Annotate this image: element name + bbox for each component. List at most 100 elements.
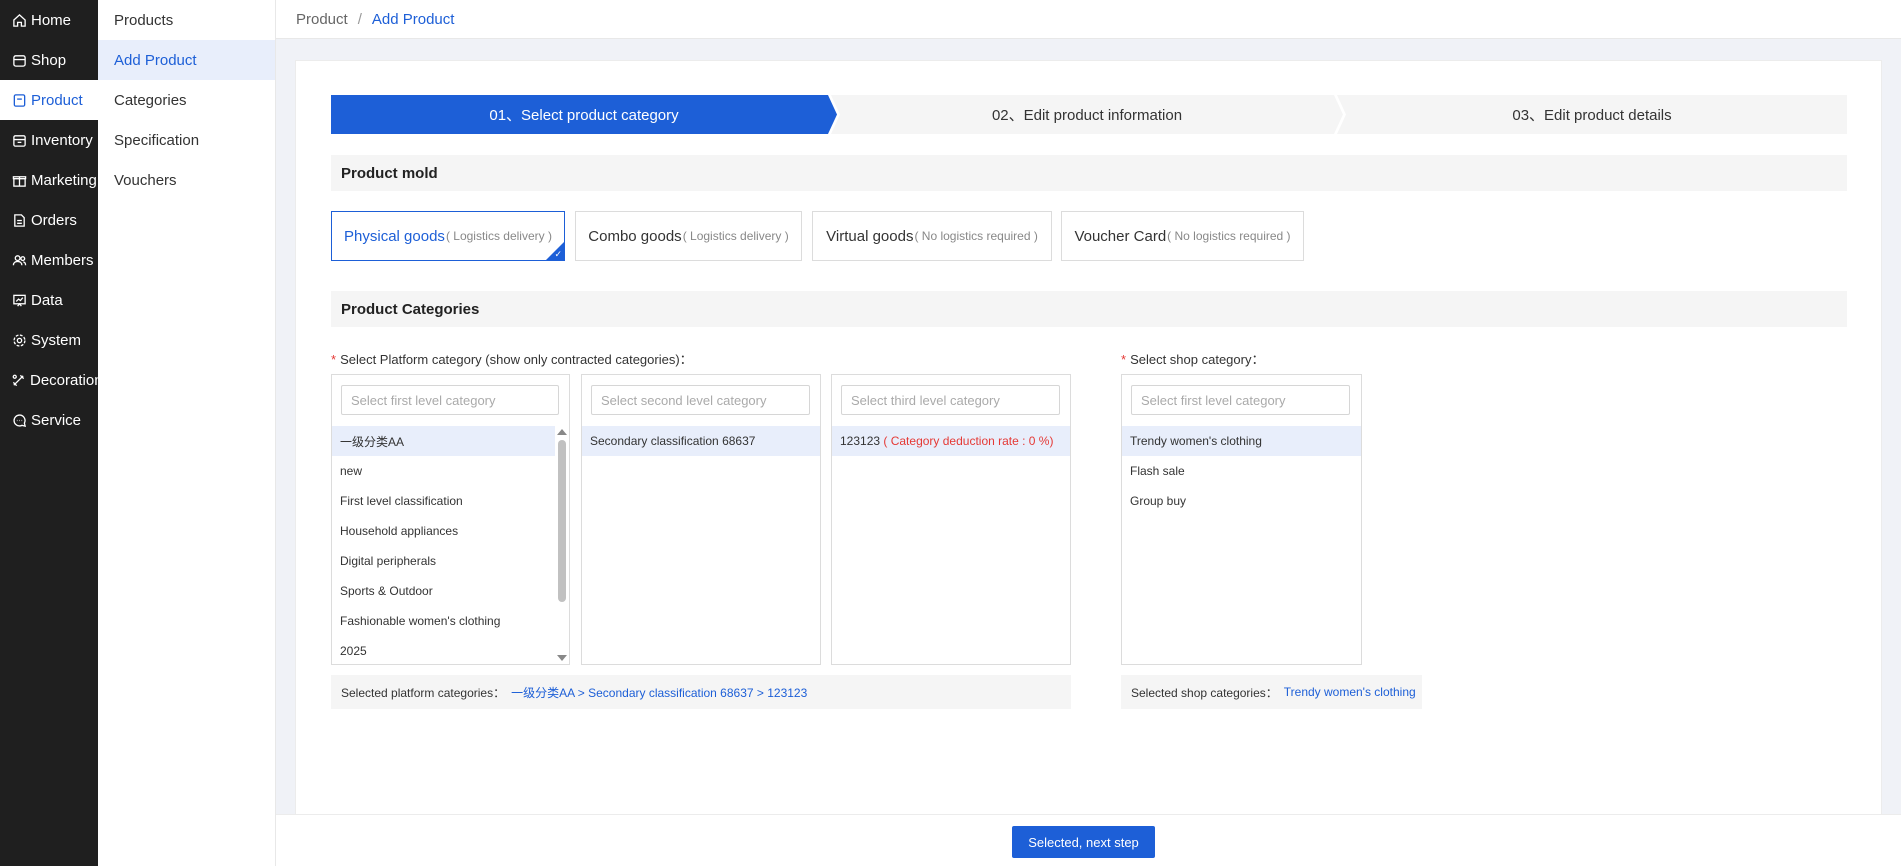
nav-item-marketing[interactable]: Marketing [0,160,98,200]
shop-category-list: Trendy women's clothing Flash sale Group… [1122,426,1361,516]
nav-label: Inventory [31,131,93,149]
second-level-list: Secondary classification 68637 [582,426,820,456]
chat-icon [11,412,27,428]
nav-item-service[interactable]: Service [0,400,98,440]
nav-label: System [31,331,82,349]
step-1: 01、Select product category [331,95,837,134]
inventory-icon [11,132,27,148]
list-item[interactable]: Secondary classification 68637 [582,426,820,456]
platform-category-label: * Select Platform category (show only con… [331,349,693,368]
selected-platform-path: 一级分类AA > Secondary classification 68637 … [511,685,808,700]
nav-item-decoration[interactable]: Decoration [0,360,103,400]
members-icon [11,252,27,268]
nav-label: Home [31,11,72,29]
mold-sublabel: ( No logistics required ) [1167,229,1291,243]
gear-icon [11,332,27,348]
nav-label: Product [31,91,83,109]
product-categories-heading: Product Categories [331,291,1847,327]
third-level-search-input[interactable] [841,385,1060,415]
list-item[interactable]: Fashionable women's clothing [332,606,555,636]
list-item[interactable]: Digital peripherals [332,546,555,576]
category-name: 123123 [840,434,881,448]
subnav-item-add-product[interactable]: Add Product [98,40,275,80]
mold-label: Voucher Card [1074,227,1167,245]
step-indicator: 01、Select product category 02、Edit produ… [331,95,1847,134]
selected-platform-label: Selected platform categories： [341,685,506,700]
nav-label: Data [31,291,63,309]
breadcrumb: Product / Add Product [276,0,1901,39]
shop-category-search-input[interactable] [1131,385,1350,415]
subnav-item-vouchers[interactable]: Vouchers [98,160,275,200]
required-marker: * [1121,352,1127,367]
nav-item-orders[interactable]: Orders [0,200,98,240]
shop-category-label-text: Select shop category： [1130,352,1265,367]
step-3: 03、Edit product details [1337,95,1847,134]
scrollbar-thumb[interactable] [558,440,566,602]
breadcrumb-separator: / [357,10,362,28]
nav-item-home[interactable]: Home [0,0,98,40]
secondary-sidebar: Products Add Product Categories Specific… [98,0,276,866]
first-level-search-input[interactable] [341,385,559,415]
gift-icon [11,172,27,188]
mold-sublabel: ( Logistics delivery ) [445,229,552,243]
step-2: 02、Edit product information [831,95,1343,134]
second-level-search-input[interactable] [591,385,810,415]
list-item[interactable]: First level classification [332,486,555,516]
first-level-category-box: 一级分类AA new First level classification Ho… [331,374,570,665]
selected-shop-categories: Selected shop categories： Trendy women's… [1121,675,1422,709]
next-step-button[interactable]: Selected, next step [1012,826,1155,858]
mold-option-combo-goods[interactable]: Combo goods( Logistics delivery ) [575,211,802,261]
platform-category-label-text: Select Platform category (show only cont… [340,352,693,367]
shop-icon [11,52,27,68]
subnav-item-categories[interactable]: Categories [98,80,275,120]
list-item[interactable]: 一级分类AA [332,426,555,456]
shop-category-label: * Select shop category： [1121,349,1264,368]
mold-option-voucher-card[interactable]: Voucher Card( No logistics required ) [1061,211,1304,261]
list-item[interactable]: 123123 ( Category deduction rate : 0 %) [832,426,1070,456]
step-label: 01、Select product category [489,107,679,124]
third-level-category-box: 123123 ( Category deduction rate : 0 %) [831,374,1071,665]
subnav-item-specification[interactable]: Specification [98,120,275,160]
nav-item-data[interactable]: Data [0,280,98,320]
selected-platform-categories: Selected platform categories： 一级分类AA > S… [331,675,1071,709]
nav-label: Shop [31,51,67,69]
mold-option-virtual-goods[interactable]: Virtual goods( No logistics required ) [812,211,1052,261]
step-label: 03、Edit product details [1512,107,1672,124]
nav-item-members[interactable]: Members [0,240,98,280]
breadcrumb-current: Add Product [371,10,455,28]
selected-shop-label: Selected shop categories： [1131,685,1278,700]
mold-label: Physical goods [344,227,445,245]
first-level-list: 一级分类AA new First level classification Ho… [332,426,555,664]
scroll-down-icon[interactable] [557,655,567,661]
mold-label: Virtual goods [826,227,914,245]
mold-sublabel: ( No logistics required ) [914,229,1038,243]
mold-option-physical-goods[interactable]: Physical goods( Logistics delivery ) ✓ [331,211,565,261]
breadcrumb-root[interactable]: Product [296,11,348,28]
nav-item-product[interactable]: Product [0,80,98,120]
mold-label: Combo goods [588,227,682,245]
list-item[interactable]: Sports & Outdoor [332,576,555,606]
nav-item-system[interactable]: System [0,320,98,360]
nav-item-inventory[interactable]: Inventory [0,120,98,160]
required-marker: * [331,352,337,367]
shop-category-box: Trendy women's clothing Flash sale Group… [1121,374,1362,665]
scroll-up-icon[interactable] [557,429,567,435]
list-item[interactable]: Group buy [1122,486,1361,516]
list-item[interactable]: new [332,456,555,486]
nav-label: Marketing [31,171,97,189]
document-icon [11,212,27,228]
list-item[interactable]: 2025 [332,636,555,664]
primary-sidebar: Home Shop Product Inventory Marketing Or… [0,0,103,866]
list-item[interactable]: Flash sale [1122,456,1361,486]
check-icon: ✓ [554,249,562,259]
list-item[interactable]: Household appliances [332,516,555,546]
nav-label: Decoration [30,371,103,389]
list-item[interactable]: Trendy women's clothing [1122,426,1361,456]
second-level-category-box: Secondary classification 68637 [581,374,821,665]
nav-label: Service [31,411,82,429]
nav-label: Members [31,251,94,269]
subnav-item-products[interactable]: Products [98,0,275,40]
selected-shop-path: Trendy women's clothing [1283,685,1416,699]
scrollbar[interactable] [556,426,568,664]
nav-item-shop[interactable]: Shop [0,40,98,80]
